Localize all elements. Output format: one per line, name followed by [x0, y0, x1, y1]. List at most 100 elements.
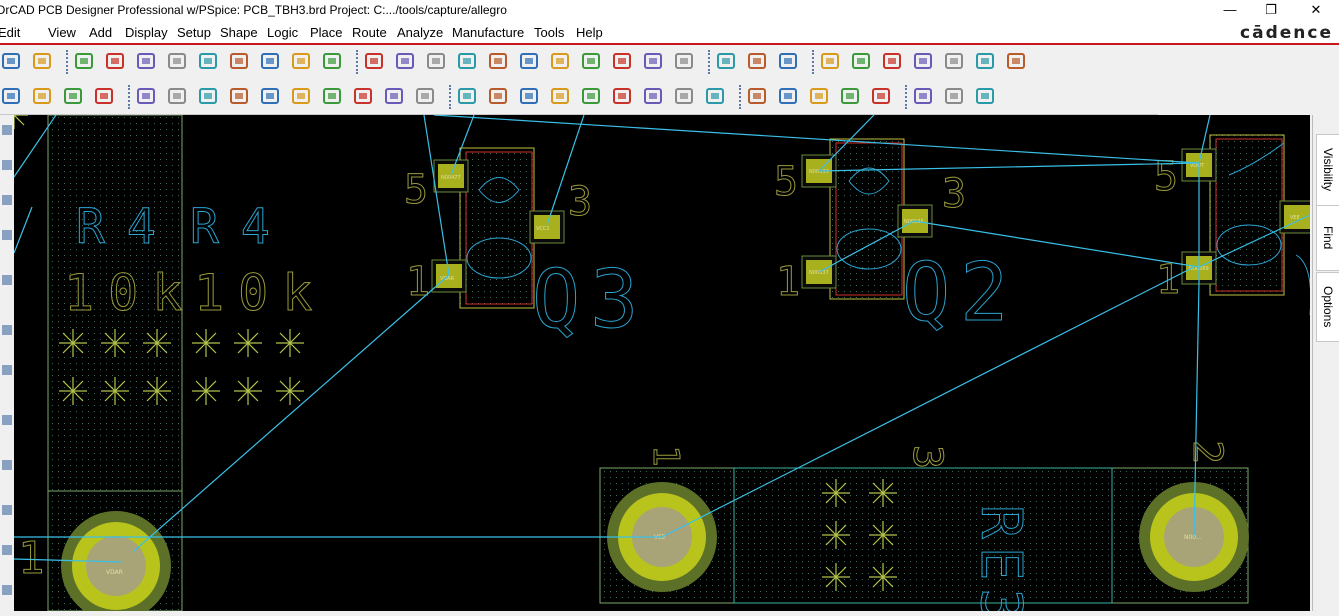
array-icon[interactable]: [704, 85, 726, 107]
doc-icon[interactable]: [777, 85, 799, 107]
arc-icon[interactable]: [228, 85, 250, 107]
menu-place[interactable]: Place: [310, 25, 343, 40]
design-canvas[interactable]: R4 R4 10k 10k VDAR N00477 VCC2 5 3 1 Q3: [14, 115, 1310, 611]
component-q1[interactable]: N00589 VOUT VEE: [1181, 134, 1310, 315]
3d-view-icon[interactable]: [580, 50, 602, 72]
camera-icon[interactable]: [580, 85, 602, 107]
zoom-prev-icon[interactable]: [487, 50, 509, 72]
re3-pin1-label: 1: [645, 445, 686, 467]
r4-value-2: 10k: [194, 264, 326, 322]
open-icon[interactable]: [0, 50, 22, 72]
fanout-icon[interactable]: [31, 85, 53, 107]
re3-refdes: RE3: [968, 505, 1033, 611]
menu-manufacture[interactable]: Manufacture: [452, 25, 524, 40]
cadence-logo: cādence: [1240, 23, 1333, 43]
color-icon[interactable]: [673, 50, 695, 72]
zoom-world-icon[interactable]: [518, 50, 540, 72]
maximize-button[interactable]: ❐: [1248, 0, 1294, 22]
menu-view[interactable]: View: [48, 25, 76, 40]
place-icon[interactable]: [0, 85, 22, 107]
redo-disabled-icon[interactable]: [259, 50, 281, 72]
zoom-fit-icon[interactable]: [394, 50, 416, 72]
drc-icon[interactable]: [777, 50, 799, 72]
menu-route[interactable]: Route: [352, 25, 387, 40]
menu-edit[interactable]: Edit: [0, 25, 20, 40]
grid-toggle-icon[interactable]: [642, 50, 664, 72]
dimension-icon[interactable]: [414, 85, 436, 107]
layers-icon[interactable]: [715, 50, 737, 72]
drill-icon[interactable]: [611, 85, 633, 107]
report-icon[interactable]: [642, 85, 664, 107]
slide-icon[interactable]: [93, 85, 115, 107]
tab-options[interactable]: Options: [1316, 272, 1339, 342]
unrats-icon[interactable]: [746, 50, 768, 72]
window-icon[interactable]: [912, 85, 934, 107]
undo-disabled-icon[interactable]: [228, 50, 250, 72]
info-icon[interactable]: [819, 50, 841, 72]
tab-visibility[interactable]: Visibility: [1316, 134, 1339, 206]
zoom-in-icon[interactable]: [425, 50, 447, 72]
odb-icon[interactable]: [487, 85, 509, 107]
menu-display[interactable]: Display: [125, 25, 168, 40]
measure-icon[interactable]: [850, 50, 872, 72]
toolbar-separator: [905, 85, 910, 109]
copper-icon[interactable]: [383, 85, 405, 107]
menu-add[interactable]: Add: [89, 25, 112, 40]
q3-pin5-label: 5: [404, 167, 428, 213]
shape-icon[interactable]: [62, 85, 84, 107]
pad-label: VCC2: [536, 226, 550, 232]
toolbar-separator: [449, 85, 454, 109]
mail-icon[interactable]: [943, 85, 965, 107]
undo-icon[interactable]: [166, 50, 188, 72]
menu-setup[interactable]: Setup: [177, 25, 211, 40]
poly-icon[interactable]: [321, 85, 343, 107]
square-icon[interactable]: [290, 85, 312, 107]
r4-value-1: 10k: [64, 264, 196, 322]
minimize-button[interactable]: —: [1207, 0, 1253, 22]
ring-icon[interactable]: [259, 85, 281, 107]
copy-icon[interactable]: [104, 50, 126, 72]
clean-icon[interactable]: [881, 50, 903, 72]
snap-icon[interactable]: [456, 85, 478, 107]
pin-icon[interactable]: [321, 50, 343, 72]
connect-icon[interactable]: [290, 50, 312, 72]
wave-icon[interactable]: [746, 85, 768, 107]
q3-pin1-label: 1: [406, 259, 430, 305]
zoom-out-icon[interactable]: [456, 50, 478, 72]
circle-icon[interactable]: [166, 85, 188, 107]
pads-icon[interactable]: [549, 85, 571, 107]
book-icon[interactable]: [808, 85, 830, 107]
close-button[interactable]: ✕: [1293, 0, 1339, 22]
void-icon[interactable]: [352, 85, 374, 107]
menu-analyze[interactable]: Analyze: [397, 25, 443, 40]
refresh-icon[interactable]: [549, 50, 571, 72]
menu-logic[interactable]: Logic: [267, 25, 298, 40]
flip-icon[interactable]: [611, 50, 633, 72]
redo-icon[interactable]: [197, 50, 219, 72]
help-icon[interactable]: [974, 85, 996, 107]
re3-value: 3: [904, 445, 950, 469]
menu-tools[interactable]: Tools: [534, 25, 564, 40]
check-icon[interactable]: [870, 85, 892, 107]
testpoint-icon[interactable]: [673, 85, 695, 107]
tab-find[interactable]: Find: [1316, 205, 1339, 271]
stack-icon[interactable]: [839, 85, 861, 107]
save-icon[interactable]: [31, 50, 53, 72]
r4-refdes-1: R4: [76, 199, 178, 255]
select-icon[interactable]: [197, 85, 219, 107]
left-dock-strip: [0, 115, 14, 611]
bom-icon[interactable]: [518, 85, 540, 107]
dehighlight-icon[interactable]: [943, 50, 965, 72]
menu-shape[interactable]: Shape: [220, 25, 258, 40]
toolbar-separator: [128, 85, 133, 109]
grid-icon[interactable]: [363, 50, 385, 72]
timer-icon[interactable]: [974, 50, 996, 72]
rect-icon[interactable]: [135, 85, 157, 107]
menu-help[interactable]: Help: [576, 25, 603, 40]
move-icon[interactable]: [73, 50, 95, 72]
svg-text:N00...: N00...: [1184, 534, 1202, 541]
stop-icon[interactable]: [1005, 50, 1027, 72]
delete-icon[interactable]: [135, 50, 157, 72]
svg-text:VDAR: VDAR: [106, 569, 123, 576]
highlight-icon[interactable]: [912, 50, 934, 72]
